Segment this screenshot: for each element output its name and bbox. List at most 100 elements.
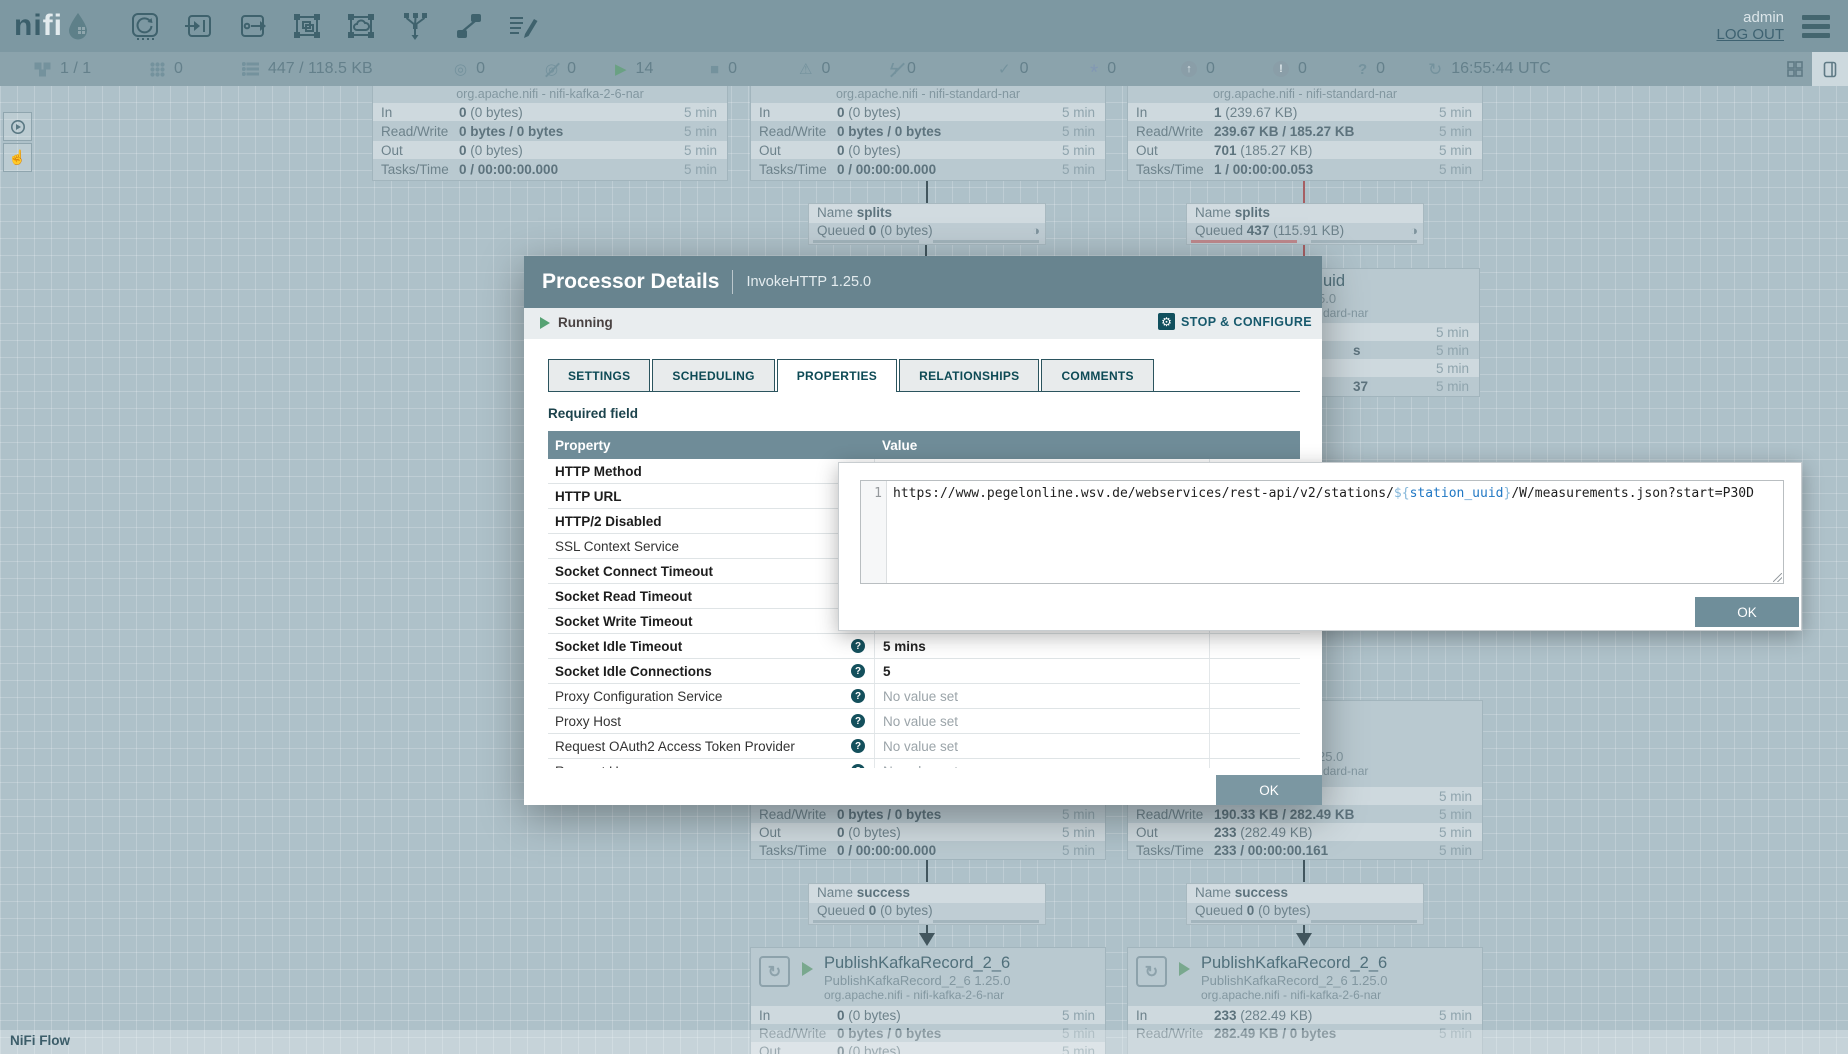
processor-type-icon: ↻ — [759, 956, 790, 987]
status-cluster-nodes: 1 / 1 — [34, 52, 91, 86]
status-transmitting: ◎0 — [454, 52, 485, 86]
dialog-ok-button[interactable]: OK — [1216, 775, 1322, 805]
connection-label-splits-left: Name splits Queued 0 (0 bytes) ◑ — [808, 203, 1046, 245]
connection-label-success-right: Name success Queued 0 (0 bytes) — [1186, 883, 1424, 925]
properties-table-header: PropertyValue — [548, 431, 1300, 459]
tab-settings[interactable]: SETTINGS — [548, 359, 650, 391]
property-value-editor-popup: 1 https://www.pegelonline.wsv.de/webserv… — [838, 462, 1802, 631]
disabled-icon: ϟ — [890, 62, 898, 77]
running-indicator-icon — [802, 962, 813, 976]
tab-relationships[interactable]: RELATIONSHIPS — [899, 359, 1039, 391]
running-indicator-icon — [1179, 962, 1190, 976]
exclamation-icon: ! — [1273, 61, 1289, 77]
status-up-to-date: ✓0 — [998, 52, 1028, 86]
nifi-application: org.apache.nifi - nifi-kafka-2-6-nar In0… — [0, 0, 1848, 1054]
check-icon: ✓ — [998, 62, 1011, 77]
flow-status-bar: 1 / 1 0 447 / 118.5 KB ◎0 ◎0 ▶14 ■0 ⚠0 ϟ… — [0, 52, 1848, 86]
help-icon[interactable]: ? — [851, 739, 865, 753]
status-queued: 447 / 118.5 KB — [242, 52, 373, 86]
status-stopped: ■0 — [710, 52, 737, 86]
process-group-tool-icon[interactable] — [292, 11, 322, 41]
outline-panel-button[interactable] — [1812, 52, 1848, 86]
property-row: Socket Idle Timeout?5 mins — [548, 634, 1300, 659]
dialog-header: Processor Details InvokeHTTP 1.25.0 — [524, 256, 1322, 308]
label-tool-icon[interactable] — [508, 11, 538, 41]
editor-code-line[interactable]: https://www.pegelonline.wsv.de/webservic… — [887, 481, 1783, 583]
dialog-status-strip: Running ⚙ STOP & CONFIGURE — [524, 308, 1322, 339]
not-transmitting-icon: ◎ — [545, 62, 558, 77]
dialog-tabs: SETTINGSSCHEDULINGPROPERTIESRELATIONSHIP… — [548, 359, 1300, 392]
refresh-icon[interactable]: ↻ — [1428, 61, 1442, 78]
status-active-threads: 0 — [150, 52, 183, 86]
tab-scheduling[interactable]: SCHEDULING — [652, 359, 774, 391]
input-port-tool-icon[interactable] — [184, 11, 214, 41]
operate-palette-button[interactable]: ☝ — [3, 143, 32, 172]
status-stale: ↑0 — [1181, 52, 1215, 86]
connection-label-success-left: Name success Queued 0 (0 bytes) — [808, 883, 1046, 925]
value-editor[interactable]: 1 https://www.pegelonline.wsv.de/webserv… — [860, 480, 1784, 584]
column-property: Property — [548, 438, 875, 453]
status-not-transmitting: ◎0 — [545, 52, 576, 86]
status-sync-failure: ?0 — [1358, 52, 1385, 86]
connection-label-splits-right: Name splits Queued 437 (115.91 KB) ◑ — [1186, 203, 1424, 245]
birdseye-toggle-button[interactable] — [1780, 52, 1810, 86]
tab-properties[interactable]: PROPERTIES — [777, 359, 897, 391]
editor-line-number: 1 — [861, 481, 887, 583]
navigate-palette-button[interactable] — [3, 112, 32, 141]
property-row: Proxy Configuration Service?No value set — [548, 684, 1300, 709]
nifi-drop-icon — [66, 11, 90, 41]
status-locally-modified-stale: !0 — [1273, 52, 1307, 86]
property-row: Request OAuth2 Access Token Provider?No … — [548, 734, 1300, 759]
dialog-title: Processor Details — [542, 270, 719, 294]
help-icon[interactable]: ? — [851, 714, 865, 728]
tab-comments[interactable]: COMMENTS — [1041, 359, 1153, 391]
running-icon: ▶ — [615, 62, 627, 77]
stop-and-configure-button[interactable]: ⚙ STOP & CONFIGURE — [1158, 313, 1312, 330]
help-icon[interactable]: ? — [851, 639, 865, 653]
processor-tool-icon[interactable] — [130, 11, 160, 41]
threads-icon — [150, 62, 165, 77]
status-disabled: ϟ0 — [890, 52, 916, 86]
property-row: Proxy Host?No value set — [548, 709, 1300, 734]
required-field-note: Required field — [548, 406, 1300, 421]
status-invalid: ⚠0 — [799, 52, 830, 86]
editor-ok-button[interactable]: OK — [1695, 597, 1799, 627]
cluster-icon — [34, 62, 51, 77]
status-running: ▶14 — [615, 52, 653, 86]
queued-list-icon — [242, 62, 259, 76]
asterisk-icon: * — [1090, 69, 1098, 77]
app-header: nifi admin LOG OUT — [0, 0, 1848, 52]
current-user: admin — [1716, 9, 1784, 26]
funnel-tool-icon[interactable] — [400, 11, 430, 41]
gear-icon: ⚙ — [1158, 313, 1175, 330]
breadcrumb-bar: NiFi Flow — [0, 1030, 1848, 1054]
queue-percent-icon: ◑ — [1032, 223, 1040, 238]
status-locally-modified: *0 — [1090, 52, 1116, 86]
processor-type-icon: ↻ — [1136, 956, 1167, 987]
question-icon: ? — [1358, 62, 1367, 77]
component-toolbar — [130, 11, 538, 41]
editor-resize-handle[interactable] — [1773, 573, 1782, 582]
logout-link[interactable]: LOG OUT — [1716, 26, 1784, 43]
status-last-refresh: ↻16:55:44 UTC — [1428, 52, 1551, 86]
column-value: Value — [875, 438, 1210, 453]
breadcrumb[interactable]: NiFi Flow — [10, 1033, 70, 1048]
help-icon[interactable]: ? — [851, 689, 865, 703]
running-status-icon — [540, 317, 550, 329]
property-row: Socket Idle Connections?5 — [548, 659, 1300, 684]
output-port-tool-icon[interactable] — [238, 11, 268, 41]
help-icon[interactable]: ? — [851, 664, 865, 678]
stale-arrow-icon: ↑ — [1181, 61, 1197, 77]
nifi-logo: nifi — [14, 9, 90, 43]
invalid-warning-icon: ⚠ — [799, 62, 812, 77]
connection-tool-icon[interactable] — [454, 11, 484, 41]
stopped-icon: ■ — [710, 62, 719, 77]
queue-percent-icon: ◑ — [1410, 223, 1418, 238]
running-status-label: Running — [558, 315, 613, 330]
global-menu-icon[interactable] — [1798, 11, 1834, 42]
remote-process-group-tool-icon[interactable] — [346, 11, 376, 41]
help-icon[interactable]: ? — [851, 764, 865, 768]
property-row-clipped: Request U?No value set — [548, 759, 1300, 768]
expression-open: ${ — [1394, 486, 1410, 501]
expression-variable: station_uuid — [1410, 486, 1504, 501]
